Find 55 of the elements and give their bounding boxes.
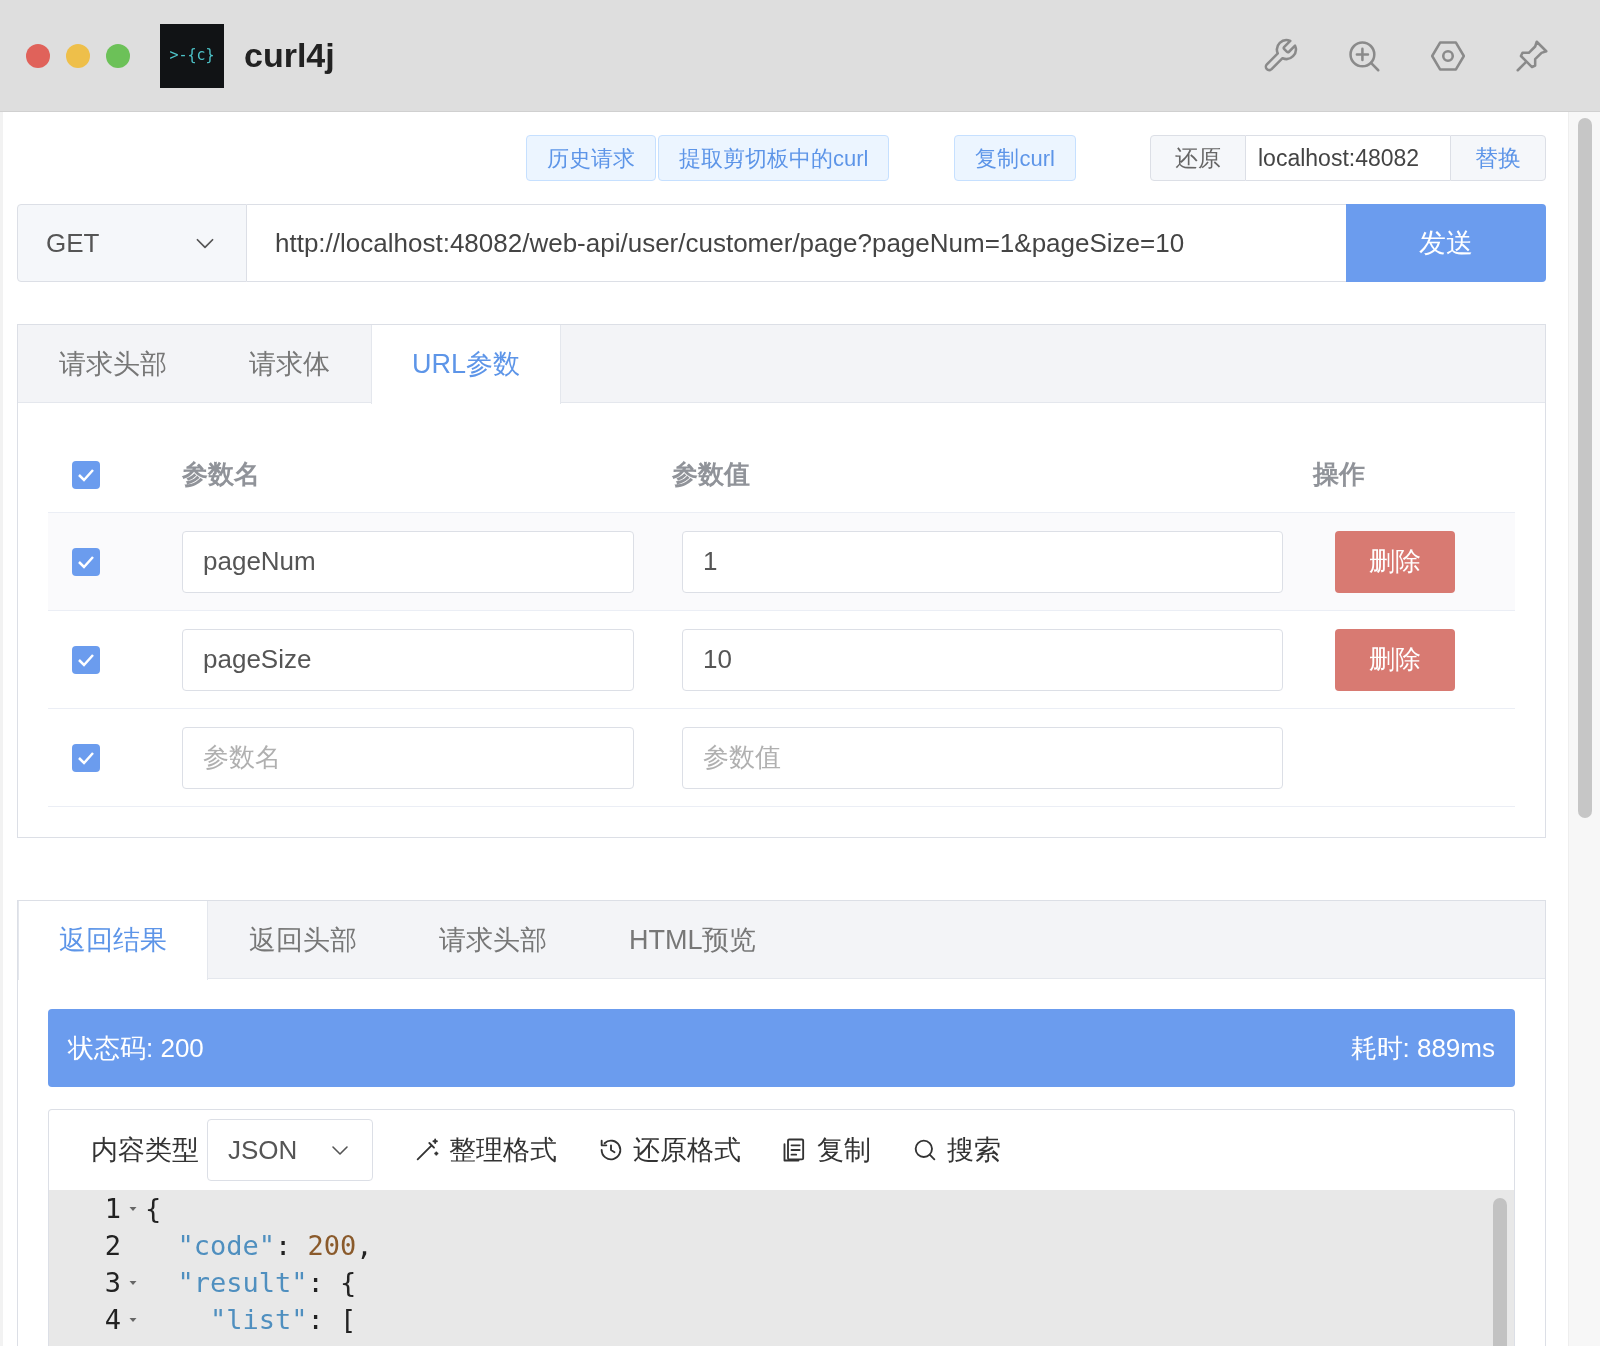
code-line: "code": 200, <box>176 1229 373 1263</box>
check-icon <box>78 750 94 765</box>
editor-action-button[interactable]: 还原格式 <box>597 1129 741 1171</box>
line-number: 3 <box>103 1266 121 1300</box>
editor-action-button[interactable]: 搜索 <box>911 1129 1001 1171</box>
delete-button[interactable]: 删除 <box>1335 530 1455 593</box>
param-name-field[interactable]: pageNum <box>182 530 634 593</box>
replace-button[interactable]: 替换 <box>1450 135 1546 181</box>
app-logo: >-{c} <box>160 23 224 88</box>
check-icon <box>78 652 94 667</box>
tab[interactable]: 请求体 <box>208 325 371 404</box>
tab[interactable]: URL参数 <box>371 325 561 404</box>
toolbar-button[interactable]: 历史请求 <box>526 135 656 181</box>
line-number: 2 <box>103 1229 121 1263</box>
code-line: "result": { <box>176 1266 357 1300</box>
checkbox[interactable] <box>72 547 100 576</box>
content-type-select[interactable]: JSON <box>207 1119 373 1181</box>
scrollbar-thumb[interactable] <box>1493 1198 1507 1346</box>
restore-button[interactable]: 还原 <box>1150 135 1246 181</box>
line-number: 4 <box>103 1303 121 1337</box>
param-value-field[interactable]: 参数值 <box>682 726 1283 789</box>
host-input-field[interactable]: localhost:48082 <box>1246 135 1450 181</box>
toolbar-button[interactable]: 提取剪切板中的curl <box>658 135 890 181</box>
delete-button[interactable]: 删除 <box>1335 628 1455 691</box>
elapsed-time-text: 耗时: 889ms <box>1350 1031 1495 1065</box>
scrollbar-thumb[interactable] <box>1577 118 1592 818</box>
column-header: 操作 <box>1313 458 1365 491</box>
checkbox[interactable] <box>72 645 100 674</box>
url-input-field[interactable]: http://localhost:48082/web-api/user/customer/page?pageNum=1&pageSize=10 <box>247 204 1346 282</box>
column-header: 参数名 <box>182 458 261 491</box>
tab[interactable]: 请求头部 <box>398 901 588 980</box>
window-title: curl4j <box>244 35 335 76</box>
checkbox[interactable] <box>72 460 100 489</box>
code-line: { <box>145 1192 162 1226</box>
checkbox[interactable] <box>72 743 100 772</box>
tab[interactable]: 请求头部 <box>18 325 208 404</box>
content-type-label: 内容类型 <box>91 1133 199 1167</box>
code-line: "list": [ <box>209 1303 357 1337</box>
toolbar-button[interactable]: 复制curl <box>954 135 1076 181</box>
tab[interactable]: 返回结果 <box>18 901 208 980</box>
check-icon <box>78 467 94 482</box>
tab[interactable]: 返回头部 <box>208 901 398 980</box>
method-select[interactable]: GET <box>17 204 247 282</box>
param-value-field[interactable]: 10 <box>682 628 1283 691</box>
tab[interactable]: HTML预览 <box>588 901 798 980</box>
line-number: 1 <box>103 1192 121 1226</box>
status-code-text: 状态码: 200 <box>68 1031 204 1065</box>
send-button[interactable]: 发送 <box>1346 204 1546 282</box>
param-value-field[interactable]: 1 <box>682 530 1283 593</box>
check-icon <box>78 554 94 569</box>
param-name-field[interactable]: 参数名 <box>182 726 634 789</box>
editor-action-button[interactable]: 复制 <box>781 1129 871 1171</box>
editor-action-button[interactable]: 整理格式 <box>413 1129 557 1171</box>
param-name-field[interactable]: pageSize <box>182 628 634 691</box>
column-header: 参数值 <box>672 458 751 491</box>
